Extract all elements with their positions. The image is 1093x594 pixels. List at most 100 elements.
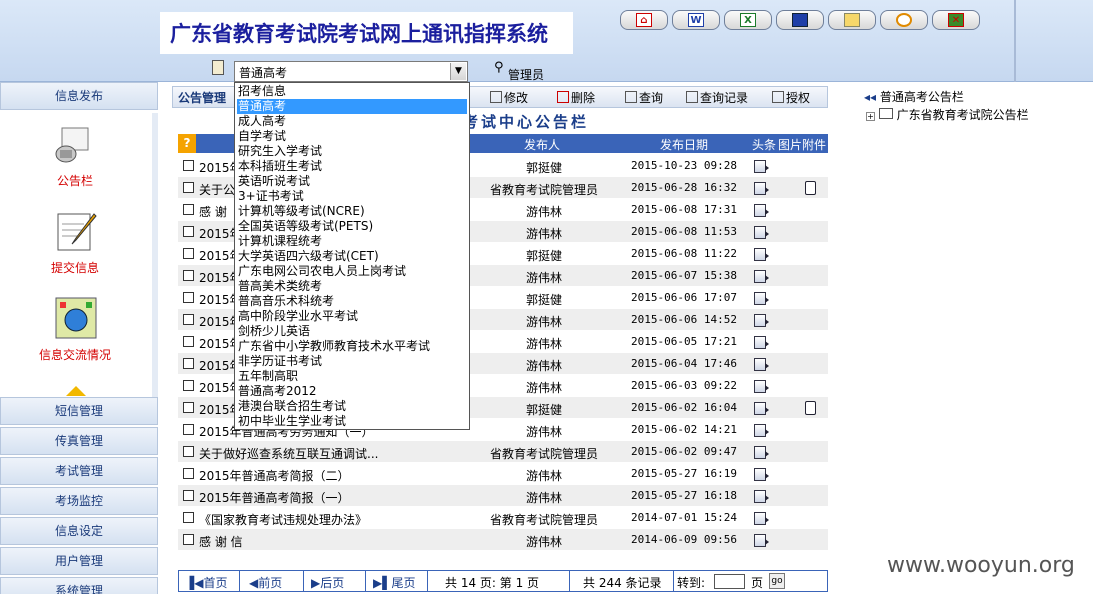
row-checkbox[interactable]: [183, 160, 194, 171]
row-checkbox[interactable]: [183, 182, 194, 193]
dropdown-option[interactable]: 剑桥少儿英语: [237, 324, 467, 339]
headline-icon[interactable]: [754, 358, 769, 371]
headline-icon[interactable]: [754, 270, 769, 283]
expand-icon[interactable]: +: [866, 112, 875, 121]
sidebar-menu-settings[interactable]: 信息设定: [0, 517, 158, 545]
sidebar-menu-system[interactable]: 系统管理: [0, 577, 158, 594]
tree-item[interactable]: + 广东省教育考试院公告栏: [866, 106, 1029, 123]
row-title[interactable]: 《国家教育考试违规处理办法》: [199, 511, 367, 528]
next-page-button[interactable]: ▶后页: [311, 574, 344, 591]
query-button[interactable]: 查询: [625, 89, 663, 106]
row-checkbox[interactable]: [183, 490, 194, 501]
row-checkbox[interactable]: [183, 314, 194, 325]
query-log-button[interactable]: 查询记录: [686, 89, 748, 106]
headline-icon[interactable]: [754, 336, 769, 349]
row-title[interactable]: 2015年普通高考简报（二）: [199, 467, 350, 484]
dropdown-option[interactable]: 研究生入学考试: [237, 144, 467, 159]
row-title[interactable]: 感 谢 信: [199, 533, 243, 550]
row-title[interactable]: 2015年普通高考简报（一）: [199, 489, 350, 506]
dropdown-option[interactable]: 广东省中小学教师教育技术水平考试: [237, 339, 467, 354]
row-checkbox[interactable]: [183, 446, 194, 457]
mail-icon[interactable]: [828, 10, 876, 30]
help-icon[interactable]: ?: [178, 134, 196, 153]
globe-icon[interactable]: [52, 296, 100, 340]
headline-icon[interactable]: [754, 468, 769, 481]
dropdown-option[interactable]: 英语听说考试: [237, 174, 467, 189]
clock-icon[interactable]: [880, 10, 928, 30]
table-row[interactable]: 2015年普通高考简报（一） 游伟林 2015-05-27 16:18: [178, 485, 828, 507]
user-role[interactable]: 管理员: [508, 66, 544, 83]
row-checkbox[interactable]: [183, 226, 194, 237]
dropdown-option[interactable]: 招考信息: [237, 84, 467, 99]
delete-button[interactable]: 删除: [557, 89, 595, 106]
attachment-icon[interactable]: [805, 401, 816, 415]
sidebar-item-exchange[interactable]: 信息交流情况: [0, 346, 150, 363]
scroll-up-icon[interactable]: [66, 386, 86, 396]
row-checkbox[interactable]: [183, 380, 194, 391]
dropdown-option[interactable]: 计算机等级考试(NCRE): [237, 204, 467, 219]
row-checkbox[interactable]: [183, 424, 194, 435]
table-row[interactable]: 感 谢 信 游伟林 2014-06-09 09:56: [178, 529, 828, 551]
edit-button[interactable]: 修改: [490, 89, 528, 106]
headline-icon[interactable]: [754, 380, 769, 393]
row-checkbox[interactable]: [183, 512, 194, 523]
row-checkbox[interactable]: [183, 468, 194, 479]
headline-icon[interactable]: [754, 292, 769, 305]
sidebar-menu-sms[interactable]: 短信管理: [0, 397, 158, 425]
headline-icon[interactable]: [754, 446, 769, 459]
table-row[interactable]: 关于做好巡查系统互联互通调试... 省教育考试院管理员 2015-06-02 09:…: [178, 441, 828, 463]
prev-page-button[interactable]: ◀前页: [249, 574, 282, 591]
dropdown-option[interactable]: 港澳台联合招生考试: [237, 399, 467, 414]
headline-icon[interactable]: [754, 424, 769, 437]
go-button[interactable]: go: [769, 573, 785, 589]
dropdown-option[interactable]: 普高音乐术科统考: [237, 294, 467, 309]
row-title[interactable]: 感 谢: [199, 203, 227, 220]
headline-icon[interactable]: [754, 182, 769, 195]
sidebar-menu-fax[interactable]: 传真管理: [0, 427, 158, 455]
tree-root[interactable]: ◂◂ 普通高考公告栏: [864, 88, 964, 105]
exam-type-dropdown[interactable]: 招考信息 普通高考 成人高考 自学考试 研究生入学考试 本科插班生考试 英语听说考试 3+证书…: [234, 82, 470, 430]
row-checkbox[interactable]: [183, 270, 194, 281]
calendar-icon[interactable]: [776, 10, 824, 30]
dropdown-option[interactable]: 大学英语四六级考试(CET): [237, 249, 467, 264]
row-checkbox[interactable]: [183, 336, 194, 347]
table-row[interactable]: 2015年普通高考简报（二） 游伟林 2015-05-27 16:19: [178, 463, 828, 485]
home-icon[interactable]: ⌂: [620, 10, 668, 30]
dropdown-option[interactable]: 计算机课程统考: [237, 234, 467, 249]
row-checkbox[interactable]: [183, 204, 194, 215]
attachment-icon[interactable]: [805, 181, 816, 195]
authorize-button[interactable]: 授权: [772, 89, 810, 106]
sidebar-header-info-publish[interactable]: 信息发布: [0, 82, 158, 110]
headline-icon[interactable]: [754, 248, 769, 261]
row-checkbox[interactable]: [183, 292, 194, 303]
exit-icon[interactable]: ✕: [932, 10, 980, 30]
first-page-button[interactable]: ▐◀首页: [185, 574, 227, 591]
last-page-button[interactable]: ▶▌尾页: [373, 574, 415, 591]
sidebar-scrollbar[interactable]: [152, 113, 158, 397]
sidebar-menu-monitor[interactable]: 考场监控: [0, 487, 158, 515]
dropdown-option[interactable]: 3+证书考试: [237, 189, 467, 204]
headline-icon[interactable]: [754, 402, 769, 415]
headline-icon[interactable]: [754, 534, 769, 547]
dropdown-option[interactable]: 自学考试: [237, 129, 467, 144]
headline-icon[interactable]: [754, 490, 769, 503]
headline-icon[interactable]: [754, 314, 769, 327]
dropdown-option[interactable]: 普通高考: [237, 99, 467, 114]
dropdown-option[interactable]: 五年制高职: [237, 369, 467, 384]
dropdown-option[interactable]: 全国英语等级考试(PETS): [237, 219, 467, 234]
headline-icon[interactable]: [754, 204, 769, 217]
row-checkbox[interactable]: [183, 534, 194, 545]
dropdown-option[interactable]: 高中阶段学业水平考试: [237, 309, 467, 324]
goto-page-input[interactable]: [714, 574, 745, 589]
dropdown-option[interactable]: 本科插班生考试: [237, 159, 467, 174]
row-checkbox[interactable]: [183, 248, 194, 259]
headline-icon[interactable]: [754, 512, 769, 525]
dropdown-option[interactable]: 初中毕业生学业考试: [237, 414, 467, 429]
dropdown-option[interactable]: 普高美术类统考: [237, 279, 467, 294]
headline-icon[interactable]: [754, 160, 769, 173]
exam-type-select[interactable]: 普通高考 ▼: [234, 61, 468, 82]
chevron-down-icon[interactable]: ▼: [450, 63, 466, 80]
row-checkbox[interactable]: [183, 358, 194, 369]
sidebar-item-bulletin[interactable]: 公告栏: [0, 172, 150, 189]
sidebar-menu-users[interactable]: 用户管理: [0, 547, 158, 575]
